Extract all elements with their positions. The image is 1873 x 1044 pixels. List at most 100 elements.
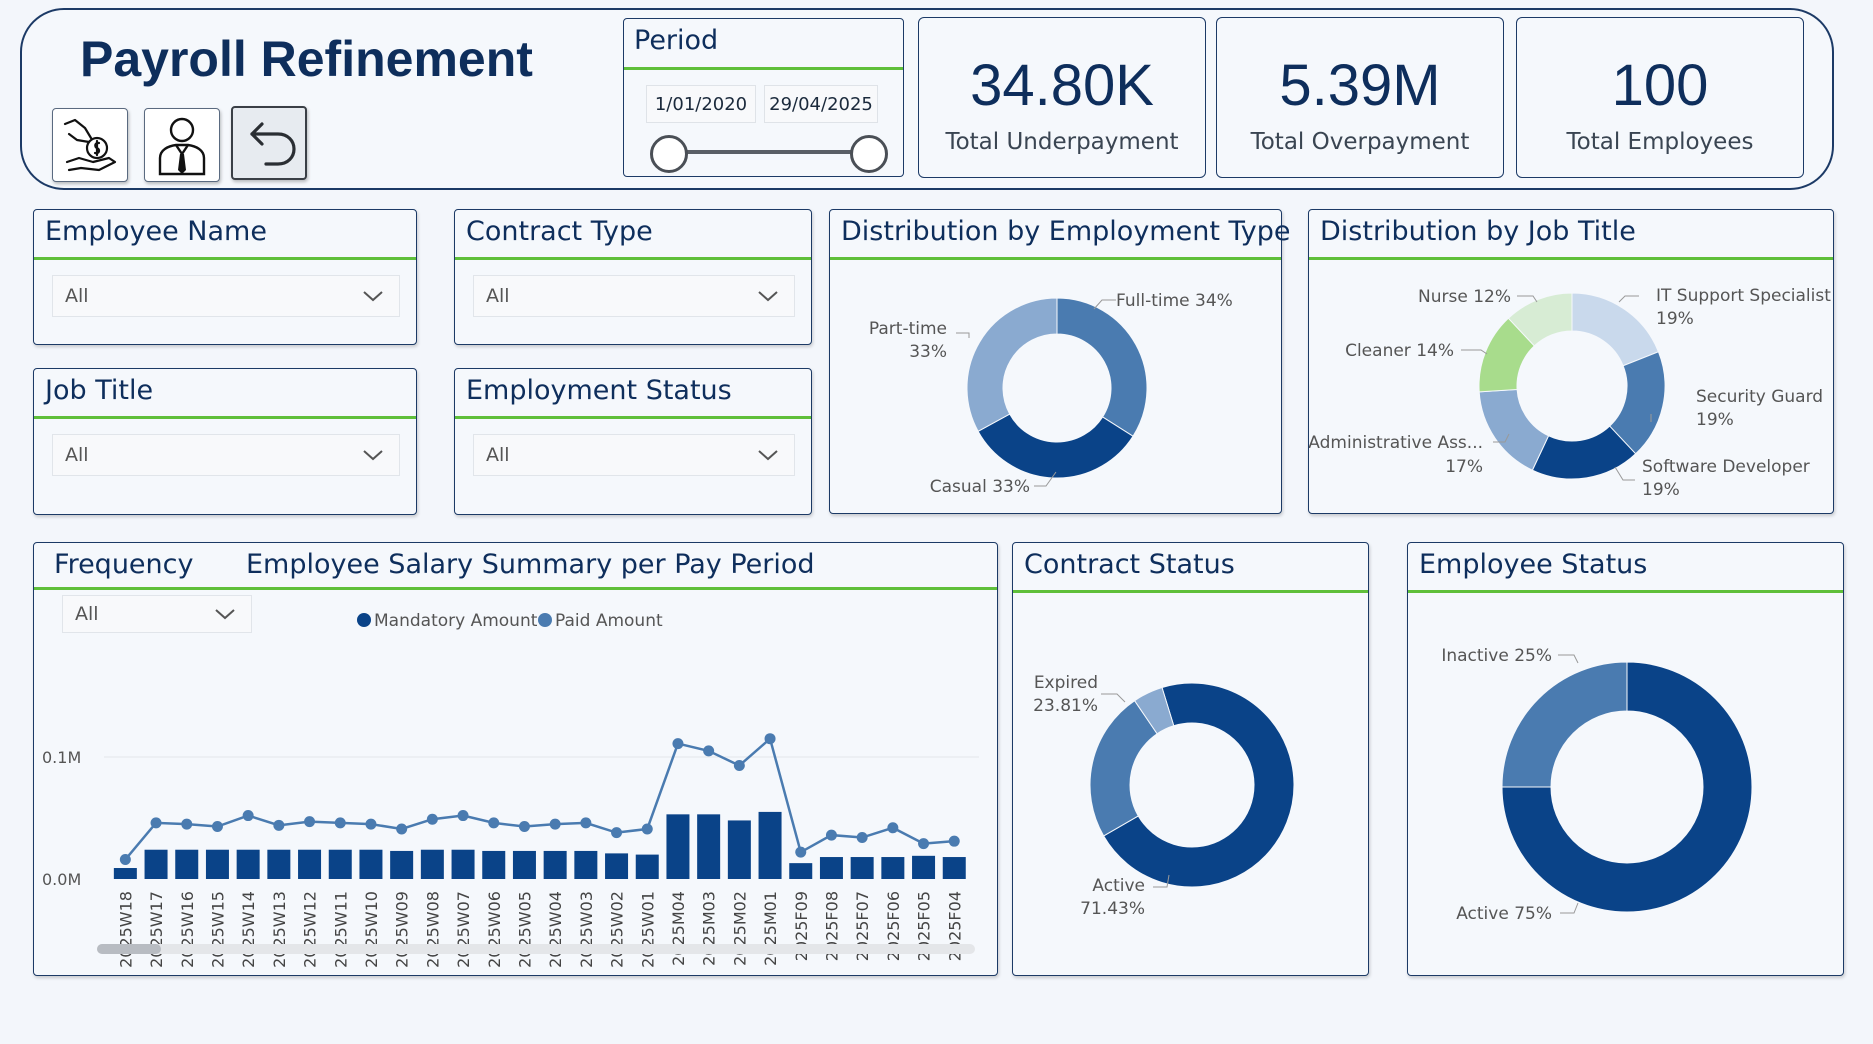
bar-mandatory-2025w18[interactable] xyxy=(113,868,137,879)
slice-label-part-time: Part-time xyxy=(869,319,947,339)
job-title-dropdown[interactable]: All xyxy=(52,434,400,476)
donut-slice-it-support-specialist[interactable] xyxy=(1571,292,1660,367)
contract-status-donut[interactable]: Expired 23.81% Active 71.43% xyxy=(1013,595,1368,975)
slicer-divider xyxy=(455,257,811,260)
point-paid-2025m03[interactable] xyxy=(703,745,715,757)
bar-mandatory-2025w12[interactable] xyxy=(298,849,322,879)
bar-mandatory-2025m04[interactable] xyxy=(666,814,690,879)
point-paid-2025m02[interactable] xyxy=(733,760,745,772)
bar-mandatory-2025w04[interactable] xyxy=(543,850,567,879)
employee-status-donut[interactable]: Inactive 25% Active 75% xyxy=(1408,595,1843,975)
point-paid-2025w17[interactable] xyxy=(150,817,162,829)
period-slider-end-handle[interactable] xyxy=(850,135,888,173)
bar-mandatory-2025w13[interactable] xyxy=(267,849,291,879)
donut-slice-administrative-ass[interactable] xyxy=(1478,388,1550,471)
employment-type-chart-card: Distribution by Employment Type Full-tim… xyxy=(829,209,1291,514)
bar-mandatory-2025w08[interactable] xyxy=(420,849,444,879)
payroll-nav-button[interactable] xyxy=(52,108,128,182)
scrollbar-thumb[interactable] xyxy=(97,944,161,954)
point-paid-2025w06[interactable] xyxy=(488,817,500,829)
bar-mandatory-2025w14[interactable] xyxy=(236,849,260,879)
chart-legend: Mandatory Amount Paid Amount xyxy=(357,611,663,631)
bar-mandatory-2025w09[interactable] xyxy=(390,850,414,879)
point-paid-2025w12[interactable] xyxy=(304,816,316,828)
point-paid-2025w14[interactable] xyxy=(242,810,254,822)
bar-mandatory-2025w07[interactable] xyxy=(451,849,475,879)
bar-mandatory-2025w03[interactable] xyxy=(574,850,598,879)
point-paid-2025m04[interactable] xyxy=(672,738,684,750)
bar-mandatory-2025f09[interactable] xyxy=(789,863,813,879)
donut-slice-part-time[interactable] xyxy=(966,297,1058,433)
point-paid-2025w16[interactable] xyxy=(181,818,193,830)
point-paid-2025f06[interactable] xyxy=(887,822,899,834)
point-paid-2025m01[interactable] xyxy=(764,733,776,745)
period-start-date[interactable]: 1/01/2020 xyxy=(646,85,756,123)
employment-status-dropdown[interactable]: All xyxy=(473,434,795,476)
donut-slice-inactive[interactable] xyxy=(1501,661,1628,788)
chart-divider xyxy=(1013,590,1368,593)
point-paid-2025f05[interactable] xyxy=(918,838,930,850)
point-paid-2025w01[interactable] xyxy=(641,823,653,835)
employee-name-dropdown[interactable]: All xyxy=(52,275,400,317)
point-paid-2025w18[interactable] xyxy=(119,853,131,865)
slicer-divider xyxy=(455,416,811,419)
bar-mandatory-2025w02[interactable] xyxy=(605,853,629,879)
bar-mandatory-2025w17[interactable] xyxy=(144,849,168,879)
point-paid-2025f09[interactable] xyxy=(795,846,807,858)
legend-marker-mandatory xyxy=(357,613,371,627)
bar-mandatory-2025w15[interactable] xyxy=(205,849,229,879)
bar-mandatory-2025f04[interactable] xyxy=(942,857,966,879)
employee-nav-button[interactable] xyxy=(144,108,220,182)
employee-person-icon xyxy=(158,117,206,176)
point-paid-2025w11[interactable] xyxy=(334,817,346,829)
point-paid-2025w10[interactable] xyxy=(365,818,377,830)
bar-mandatory-2025w05[interactable] xyxy=(512,850,536,879)
donut-slice-full-time[interactable] xyxy=(1056,297,1148,437)
slice-label-active: Active xyxy=(1092,876,1145,896)
point-paid-2025f04[interactable] xyxy=(948,835,960,847)
point-paid-2025f08[interactable] xyxy=(825,829,837,841)
chevron-down-icon xyxy=(363,291,383,302)
slice-pct-active: 71.43% xyxy=(1080,899,1145,919)
employment-type-donut[interactable]: Full-time 34% Part-time 33% Casual 33% xyxy=(830,262,1281,512)
period-end-date[interactable]: 29/04/2025 xyxy=(764,85,878,123)
bar-mandatory-2025w10[interactable] xyxy=(359,849,383,879)
leader-line xyxy=(1558,654,1579,664)
point-paid-2025w07[interactable] xyxy=(457,810,469,822)
point-paid-2025w03[interactable] xyxy=(580,817,592,829)
horizontal-scrollbar[interactable] xyxy=(97,944,975,954)
point-paid-2025w13[interactable] xyxy=(273,819,285,831)
job-title-donut[interactable]: Nurse 12% IT Support Specialist 19% Clea… xyxy=(1309,262,1833,512)
salary-summary-chart[interactable]: Mandatory Amount Paid Amount 0.0M 0.1M 202… xyxy=(34,599,997,974)
donut-slice-expired[interactable] xyxy=(1089,699,1158,837)
point-paid-2025w02[interactable] xyxy=(611,827,623,839)
bar-mandatory-2025w01[interactable] xyxy=(635,854,659,879)
contract-type-slicer: Contract Type All xyxy=(454,209,812,345)
point-paid-2025w05[interactable] xyxy=(518,821,530,833)
bar-mandatory-2025f07[interactable] xyxy=(850,857,874,879)
bar-mandatory-2025m01[interactable] xyxy=(758,811,782,879)
x-tick-label: 2025W11 xyxy=(331,891,350,968)
slicer-divider xyxy=(34,416,416,419)
period-slider-start-handle[interactable] xyxy=(650,135,688,173)
bar-mandatory-2025m03[interactable] xyxy=(697,814,721,879)
contract-type-dropdown[interactable]: All xyxy=(473,275,795,317)
bar-mandatory-2025w16[interactable] xyxy=(175,849,199,879)
back-button[interactable] xyxy=(231,106,307,180)
point-paid-2025w09[interactable] xyxy=(396,823,408,835)
bar-mandatory-2025f05[interactable] xyxy=(912,855,936,879)
bar-mandatory-2025w06[interactable] xyxy=(482,850,506,879)
bar-mandatory-2025f08[interactable] xyxy=(819,857,843,879)
point-paid-2025w08[interactable] xyxy=(426,813,438,825)
chart-divider xyxy=(34,587,997,590)
point-paid-2025w15[interactable] xyxy=(211,821,223,833)
bar-mandatory-2025w11[interactable] xyxy=(328,849,352,879)
point-paid-2025w04[interactable] xyxy=(549,818,561,830)
bar-mandatory-2025f06[interactable] xyxy=(881,857,905,879)
slice-label-security-guard: Security Guard xyxy=(1696,387,1823,407)
period-slider-track[interactable] xyxy=(668,150,868,154)
slice-label-full-time: Full-time 34% xyxy=(1116,291,1233,311)
point-paid-2025f07[interactable] xyxy=(856,832,868,844)
bar-mandatory-2025m02[interactable] xyxy=(727,820,751,879)
donut-slice-casual[interactable] xyxy=(977,413,1134,479)
